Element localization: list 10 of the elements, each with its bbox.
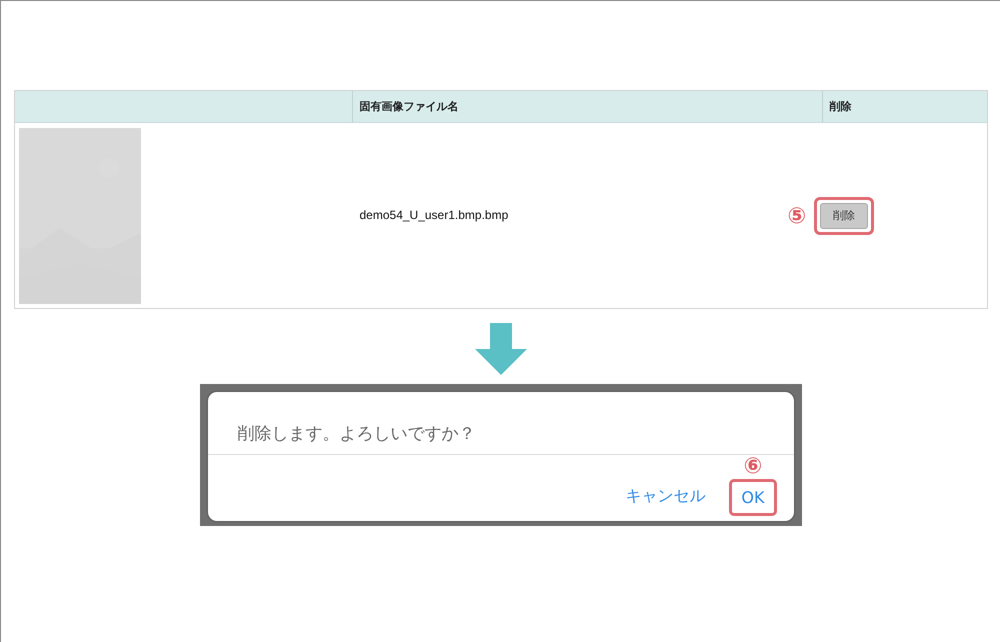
dialog-message: 削除します。よろしいですか？ — [236, 423, 476, 446]
column-header: 固有画像ファイル名 — [358, 100, 458, 114]
column-header: 削除 — [828, 100, 852, 114]
step-number: ⑤ — [788, 204, 806, 226]
down-arrow-icon — [474, 323, 526, 375]
delete-button[interactable]: 削除 — [820, 202, 868, 228]
file-name: demo54_U_user1.bmp.bmp — [358, 208, 508, 222]
ok-button[interactable]: OK — [732, 482, 774, 513]
step-number: ⑥ — [744, 455, 762, 477]
cancel-button[interactable]: キャンセル — [616, 480, 714, 513]
